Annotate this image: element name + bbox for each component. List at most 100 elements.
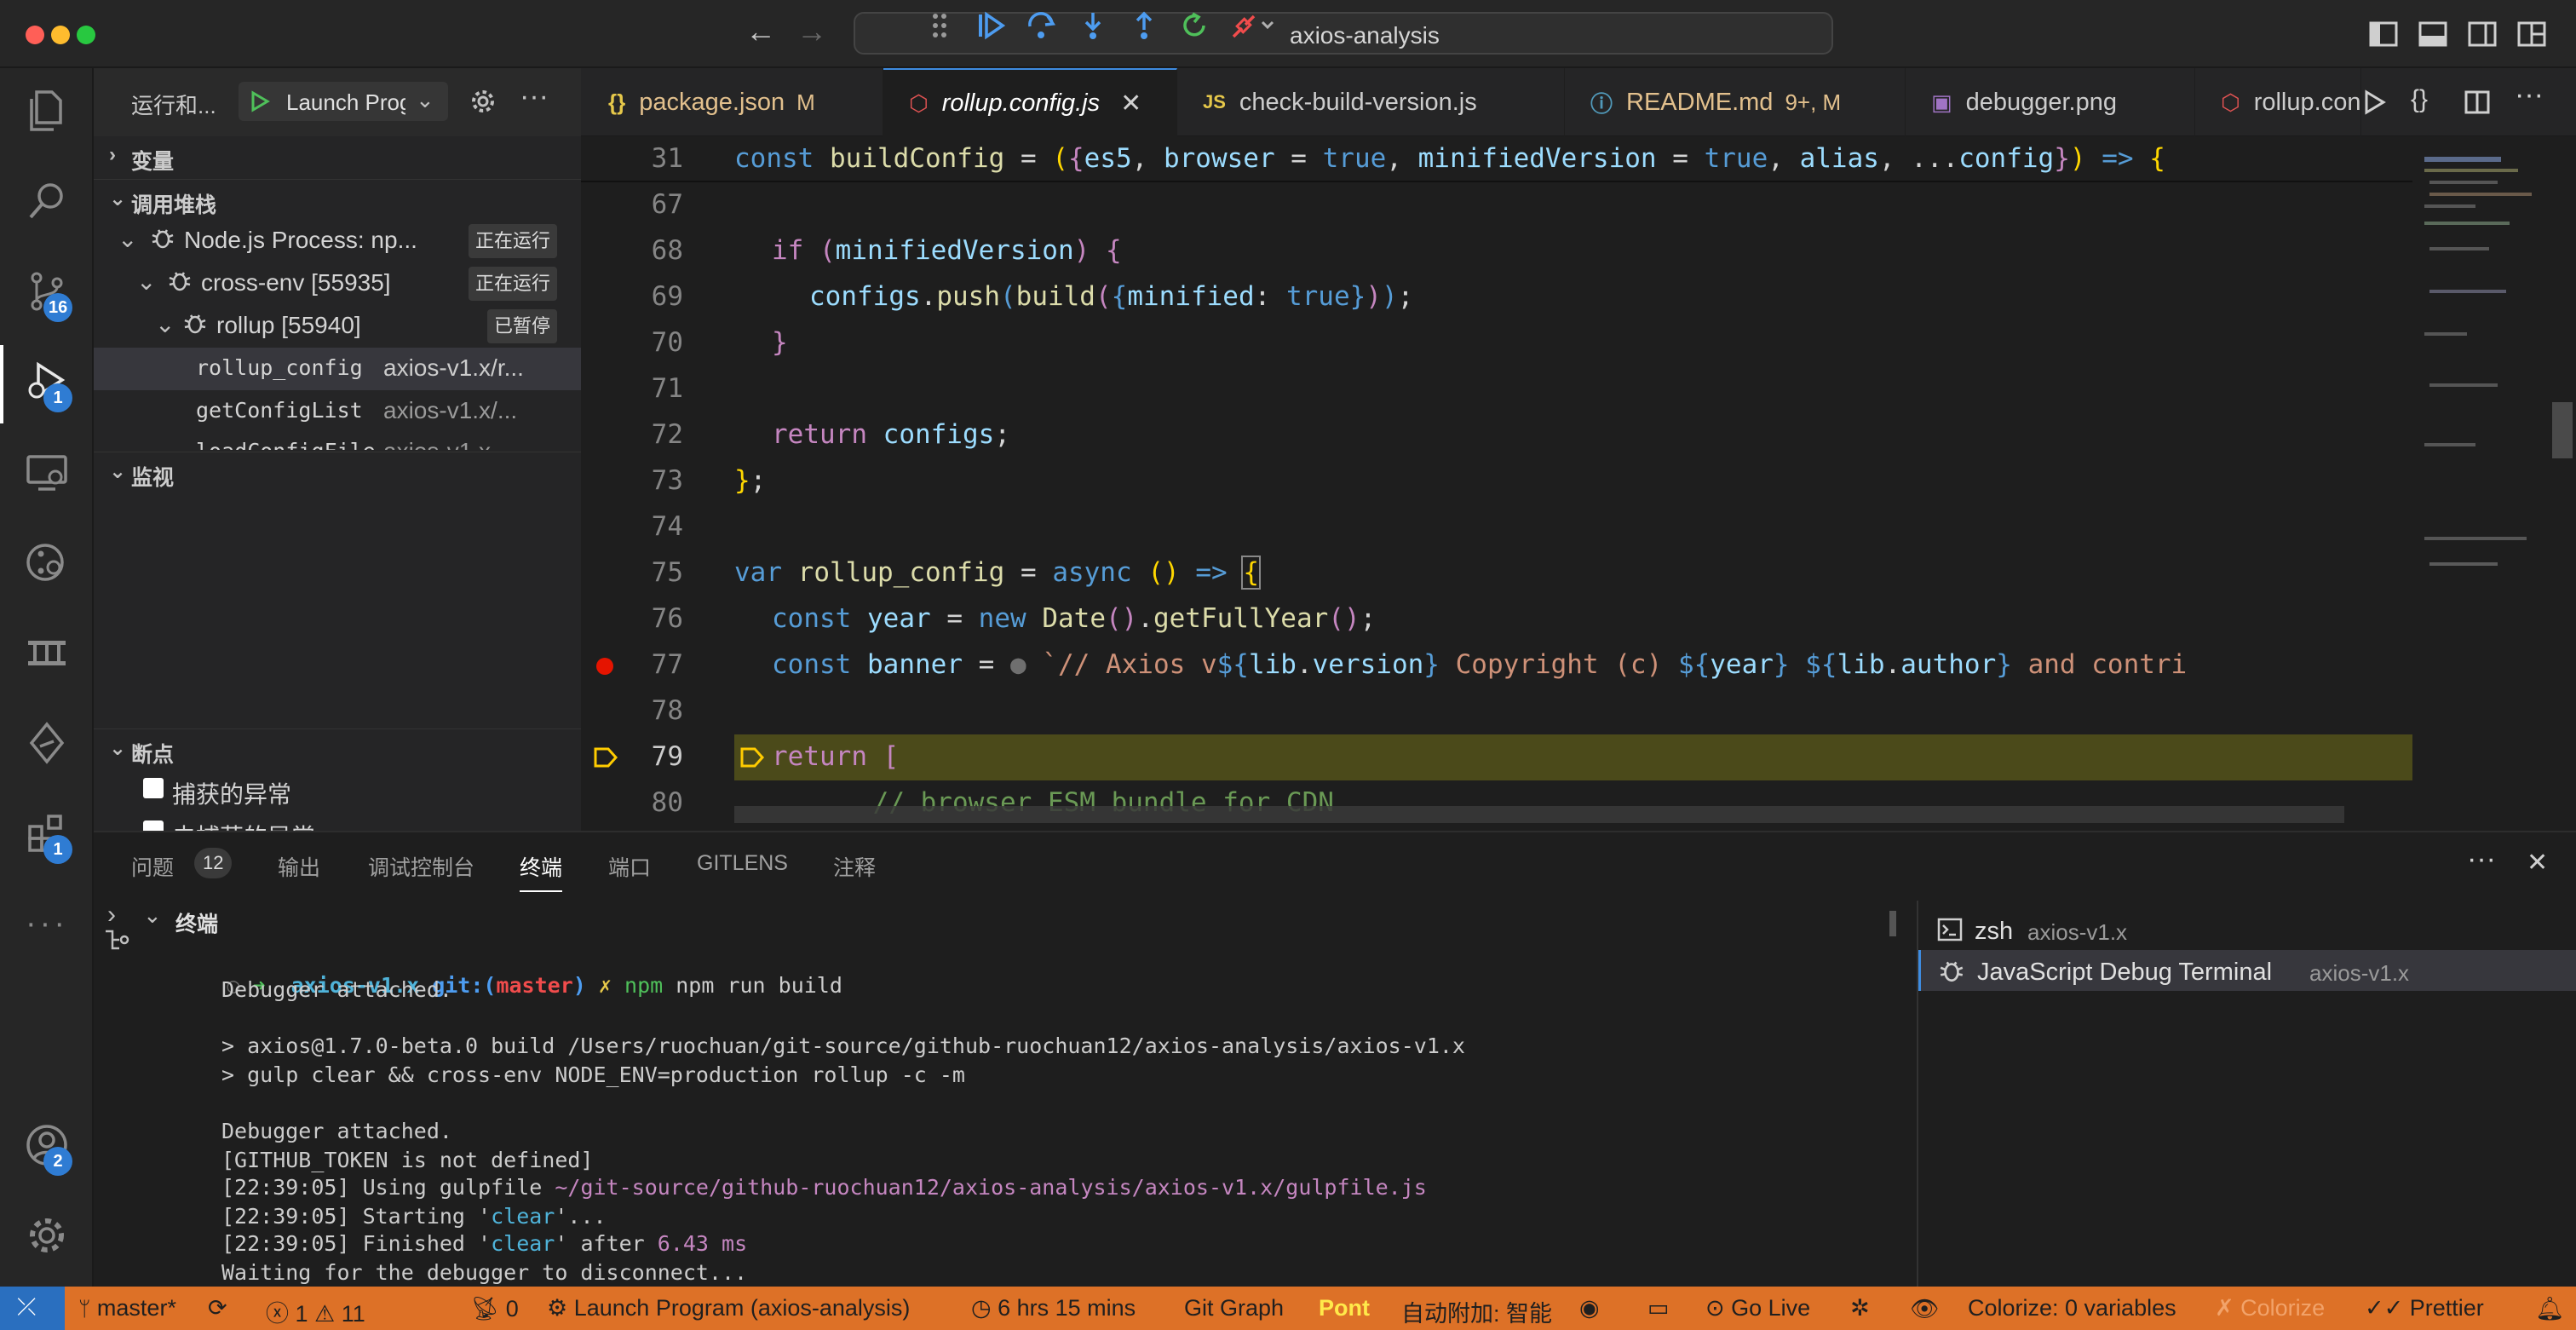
- minimize-window-button[interactable]: [51, 26, 70, 44]
- tab-gitlens[interactable]: GITLENS: [697, 851, 788, 876]
- notifications-bell-icon[interactable]: 🔔︎: [2535, 1295, 2564, 1322]
- drag-handle-icon[interactable]: [920, 7, 959, 44]
- remote-explorer-icon[interactable]: [20, 445, 74, 499]
- horizontal-scrollbar[interactable]: [734, 806, 2344, 823]
- tab-debug-console[interactable]: 调试控制台: [368, 851, 474, 882]
- step-out-icon[interactable]: [1124, 7, 1164, 44]
- start-debugging-icon[interactable]: [249, 90, 271, 112]
- close-panel-icon[interactable]: ✕: [2527, 848, 2548, 878]
- colorize-toggle[interactable]: ✗ Colorize: [2215, 1295, 2325, 1321]
- pont-status[interactable]: Pont: [1319, 1295, 1370, 1321]
- code-line[interactable]: 77 const banner = ● `// Axios v${lib.ver…: [581, 642, 2412, 688]
- split-editor-icon[interactable]: [2464, 89, 2491, 116]
- close-tab-icon[interactable]: ✕: [1120, 89, 1141, 118]
- launch-config-select[interactable]: Launch Prog ⌄: [239, 82, 448, 121]
- go-live-status[interactable]: ⊙ Go Live: [1705, 1295, 1810, 1321]
- breakpoint-checkbox[interactable]: [143, 778, 164, 798]
- code-editor[interactable]: 31 const buildConfig = ({es5, browser = …: [581, 136, 2576, 831]
- code-line[interactable]: 76 const year = new Date().getFullYear()…: [581, 596, 2412, 642]
- tab-package-json[interactable]: {} package.json M: [581, 68, 883, 136]
- git-graph-status[interactable]: Git Graph: [1184, 1295, 1284, 1321]
- back-arrow-icon[interactable]: ←: [745, 14, 776, 49]
- variables-section-header[interactable]: › 变量: [94, 136, 581, 177]
- tab-comments[interactable]: 注释: [833, 851, 876, 882]
- terminal-item-zsh[interactable]: zsh axios-v1.x: [1918, 909, 2576, 950]
- restart-icon[interactable]: [1176, 7, 1215, 44]
- more-actions-icon[interactable]: ···: [2515, 78, 2544, 112]
- code-line[interactable]: 78: [581, 688, 2412, 734]
- git-graph-icon[interactable]: [20, 716, 74, 770]
- tab-readme[interactable]: ⓘ README.md 9+, M: [1565, 68, 1906, 136]
- disconnect-icon[interactable]: [1227, 7, 1278, 44]
- close-window-button[interactable]: [26, 26, 44, 44]
- explorer-icon[interactable]: [20, 83, 74, 138]
- code-line[interactable]: 67: [581, 182, 2412, 228]
- stack-frame[interactable]: rollup_config axios-v1.x/r...: [94, 348, 581, 390]
- github-icon[interactable]: ◉: [1579, 1295, 1600, 1321]
- vertical-scrollbar[interactable]: [2549, 136, 2576, 831]
- auto-attach-status[interactable]: 自动附加: 智能: [1401, 1295, 1552, 1328]
- code-line[interactable]: 72 return configs;: [581, 412, 2412, 458]
- step-over-icon[interactable]: [1022, 7, 1061, 44]
- prettier-status[interactable]: ✓✓ Prettier: [2365, 1295, 2484, 1321]
- tab-rollup-config-js[interactable]: ⬡ rollup.config.js ✕: [883, 68, 1177, 136]
- braces-icon[interactable]: {}: [2411, 85, 2428, 114]
- step-into-icon[interactable]: [1073, 7, 1113, 44]
- toggle-secondary-sidebar-icon[interactable]: [2467, 19, 2498, 49]
- scrollbar-thumb[interactable]: [2552, 402, 2573, 458]
- run-file-icon[interactable]: [2361, 89, 2387, 116]
- breakpoint-item[interactable]: 未捕获的异常: [94, 812, 581, 831]
- more-views-icon[interactable]: ···: [20, 896, 74, 951]
- terminal-section-header[interactable]: ⌄ 终端: [138, 901, 1910, 938]
- breakpoints-section-header[interactable]: ⌄ 断点: [94, 728, 581, 769]
- current-execution-line[interactable]: 79 return [: [581, 734, 2412, 780]
- code-line[interactable]: 74: [581, 504, 2412, 550]
- run-debug-icon[interactable]: 1: [20, 354, 74, 412]
- code-line[interactable]: 71: [581, 366, 2412, 412]
- open-launch-json-gear-icon[interactable]: [469, 87, 497, 116]
- more-actions-icon[interactable]: ···: [520, 80, 549, 113]
- colorize-status[interactable]: Colorize: 0 variables: [1968, 1295, 2176, 1321]
- sync-icon[interactable]: ⟳: [208, 1295, 227, 1321]
- problems-status[interactable]: ⓧ 1 ⚠ 11: [266, 1295, 365, 1328]
- code-line[interactable]: 69 configs.push(build({minified: true}))…: [581, 274, 2412, 320]
- tab-debugger-png[interactable]: ▣ debugger.png: [1906, 68, 2195, 136]
- terminal-scrollbar[interactable]: [1889, 911, 1896, 936]
- breakpoint-item[interactable]: 捕获的异常: [94, 769, 581, 812]
- code-line[interactable]: 70 }: [581, 320, 2412, 366]
- tab-check-build-version[interactable]: JS check-build-version.js: [1177, 68, 1565, 136]
- breakpoint-checkbox[interactable]: [143, 820, 164, 831]
- tab-rollup-conf[interactable]: ⬡ rollup.conf: [2195, 68, 2361, 136]
- maximize-window-button[interactable]: [77, 26, 95, 44]
- tab-problems[interactable]: 问题: [131, 851, 174, 882]
- source-control-icon[interactable]: 16: [20, 264, 74, 322]
- terminal-item-js-debug[interactable]: JavaScript Debug Terminal axios-v1.x: [1918, 950, 2576, 991]
- code-line[interactable]: 73 };: [581, 458, 2412, 504]
- eye-icon[interactable]: 👁︎: [1910, 1295, 1939, 1322]
- tab-terminal[interactable]: 终端: [520, 851, 563, 892]
- remote-indicator[interactable]: ⤫: [0, 1287, 65, 1330]
- tab-output[interactable]: 输出: [278, 851, 320, 882]
- terminal-view[interactable]: ⌄ 终端 ○ ➜ axios-v1.x git:(master) ✗ npm n…: [138, 901, 1910, 1288]
- watch-section-header[interactable]: ⌄ 监视: [94, 452, 581, 492]
- gitlens-icon[interactable]: [20, 535, 74, 590]
- bridge-icon[interactable]: [20, 625, 74, 680]
- code-line[interactable]: 75 var rollup_config = async () => {: [581, 550, 2412, 596]
- sticky-scroll-line[interactable]: 31 const buildConfig = ({es5, browser = …: [581, 136, 2412, 182]
- search-icon[interactable]: [20, 174, 74, 228]
- stack-frame[interactable]: getConfigList axios-v1.x/...: [94, 390, 581, 433]
- time-tracker-status[interactable]: ◷ 6 hrs 15 mins: [971, 1295, 1136, 1321]
- customize-layout-icon[interactable]: [2516, 19, 2547, 49]
- branch-status[interactable]: ᛘ master*: [78, 1295, 176, 1321]
- code-line[interactable]: 68 if (minifiedVersion) {: [581, 228, 2412, 274]
- terminal-icon[interactable]: ▭: [1647, 1295, 1670, 1321]
- split-terminal-icon[interactable]: [101, 924, 131, 955]
- tab-ports[interactable]: 端口: [608, 851, 651, 882]
- call-stack-session[interactable]: ⌄ cross-env [55935] 正在运行: [94, 262, 581, 305]
- settings-sync-icon[interactable]: ✲: [1850, 1295, 1870, 1321]
- accounts-icon[interactable]: 2: [20, 1118, 74, 1176]
- forward-arrow-icon[interactable]: →: [796, 14, 827, 49]
- extensions-icon[interactable]: 1: [20, 806, 74, 864]
- toggle-panel-icon[interactable]: [2418, 19, 2448, 49]
- call-stack-session[interactable]: ⌄ Node.js Process: np... 正在运行: [94, 220, 581, 262]
